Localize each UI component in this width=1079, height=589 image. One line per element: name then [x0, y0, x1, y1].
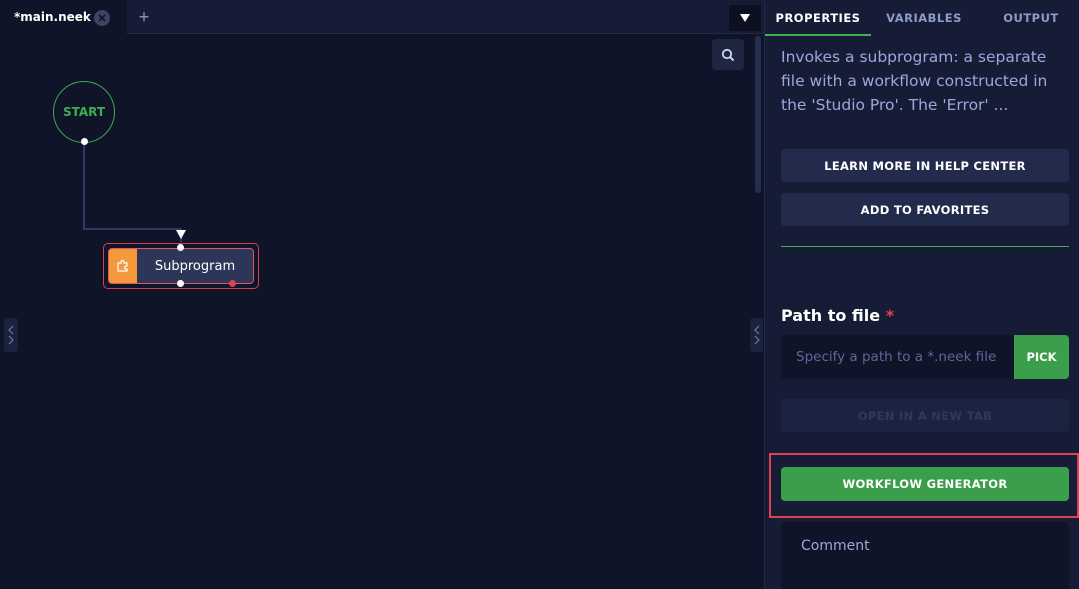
- start-node-label: START: [62, 105, 106, 119]
- path-input[interactable]: [781, 335, 1014, 379]
- close-tab-icon[interactable]: [94, 10, 110, 26]
- learn-more-button[interactable]: LEARN MORE IN HELP CENTER: [781, 149, 1069, 182]
- subprogram-node[interactable]: Subprogram: [108, 248, 254, 284]
- required-marker: *: [885, 306, 895, 325]
- comment-field[interactable]: Comment: [781, 522, 1069, 589]
- left-panel-toggle[interactable]: [4, 318, 18, 352]
- chevron-left-right-icon: [8, 325, 14, 345]
- start-output-port[interactable]: [81, 138, 88, 145]
- properties-panel: PROPERTIES VARIABLES OUTPUT Invokes a su…: [764, 0, 1079, 589]
- canvas-search-button[interactable]: [712, 39, 744, 70]
- start-node[interactable]: START: [53, 81, 115, 143]
- tab-variables[interactable]: VARIABLES: [871, 0, 977, 36]
- add-tab-button[interactable]: +: [136, 6, 152, 28]
- workflow-canvas[interactable]: [0, 34, 764, 589]
- chevron-left-right-icon: [753, 325, 760, 345]
- open-in-new-tab-button[interactable]: OPEN IN A NEW TAB: [781, 399, 1069, 432]
- search-icon: [721, 48, 735, 61]
- add-to-favorites-button[interactable]: ADD TO FAVORITES: [781, 193, 1069, 226]
- node-output-port[interactable]: [177, 280, 184, 287]
- path-field-label-text: Path to file: [781, 306, 881, 325]
- node-input-port[interactable]: [177, 244, 184, 251]
- editor-tab-bar: *main.neek +: [0, 0, 764, 34]
- node-description: Invokes a subprogram: a separate file wi…: [781, 48, 1048, 114]
- canvas-scrollbar[interactable]: [755, 36, 761, 193]
- workflow-generator-button[interactable]: WORKFLOW GENERATOR: [781, 467, 1069, 501]
- active-tab-indicator: [765, 34, 871, 36]
- node-error-port[interactable]: [229, 280, 236, 287]
- comment-placeholder: Comment: [801, 538, 870, 554]
- path-field-label: Path to file *: [781, 306, 894, 325]
- section-divider: [781, 246, 1069, 247]
- puzzle-icon: [109, 249, 137, 283]
- tab-menu-dropdown-icon[interactable]: [729, 5, 761, 31]
- panel-tab-bar: PROPERTIES VARIABLES OUTPUT: [765, 0, 1079, 36]
- tab-output[interactable]: OUTPUT: [977, 0, 1079, 36]
- right-panel-toggle[interactable]: [750, 318, 763, 352]
- subprogram-node-label: Subprogram: [154, 258, 236, 274]
- tab-properties[interactable]: PROPERTIES: [765, 0, 871, 36]
- file-tab[interactable]: *main.neek: [0, 0, 127, 34]
- pick-file-button[interactable]: PICK: [1014, 335, 1069, 379]
- file-tab-label: *main.neek: [14, 10, 91, 24]
